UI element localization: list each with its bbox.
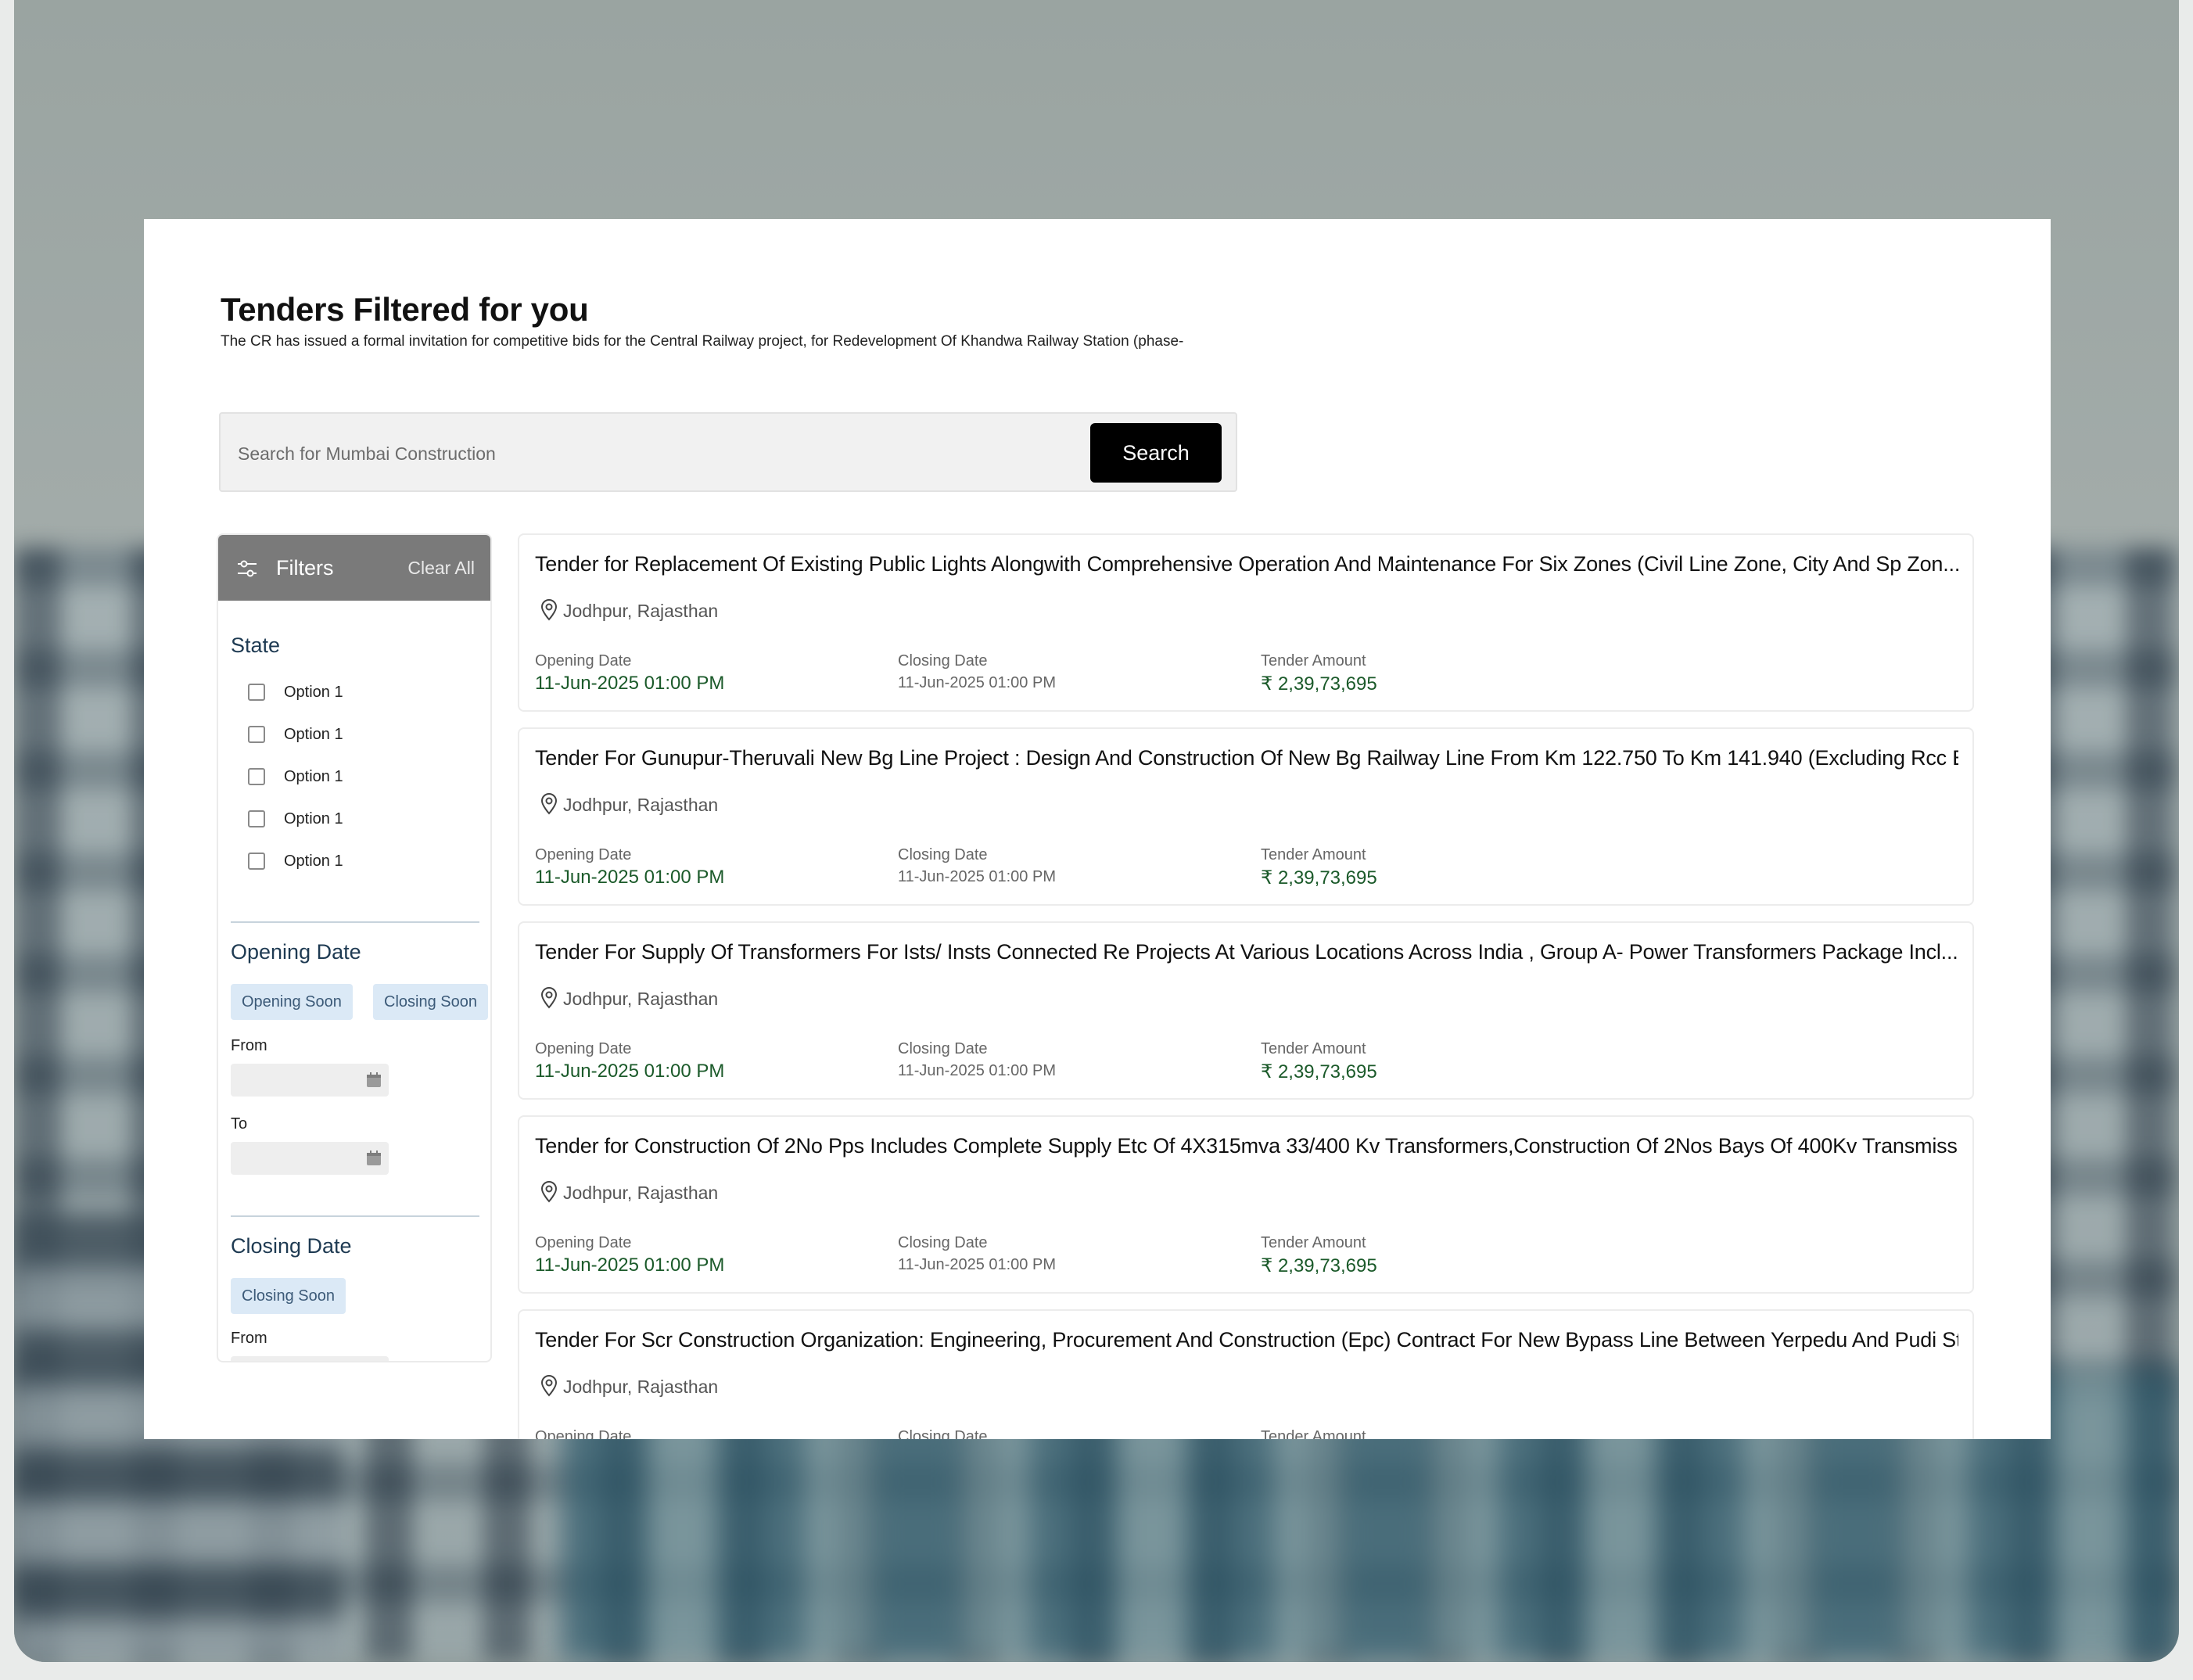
opening-to-date-input[interactable]	[231, 1142, 389, 1175]
closing-date-value: 11-Jun-2025 01:00 PM	[898, 1062, 1056, 1079]
closing-date-value: 11-Jun-2025 01:00 PM	[898, 674, 1056, 691]
opening-date-label: Opening Date	[535, 1040, 632, 1057]
tender-amount-value: ₹ 2,39,73,695	[1261, 867, 1377, 888]
tenders-panel: Tenders Filtered for you The CR has issu…	[144, 219, 2051, 1439]
location-pin-icon	[540, 599, 558, 625]
from-label: From	[231, 1330, 267, 1347]
closing-from-date-input[interactable]	[231, 1356, 389, 1361]
checkbox[interactable]	[248, 684, 265, 701]
tender-title[interactable]: Tender for Construction Of 2No Pps Inclu…	[535, 1134, 1958, 1158]
closing-date-section-title: Closing Date	[231, 1234, 352, 1258]
tender-location: Jodhpur, Rajasthan	[563, 601, 719, 621]
search-button[interactable]: Search	[1090, 423, 1222, 483]
tender-amount-label: Tender Amount	[1261, 846, 1366, 863]
location-pin-icon	[540, 793, 558, 819]
tender-card[interactable]: Tender For Scr Construction Organization…	[518, 1309, 1974, 1439]
sliders-icon	[235, 557, 259, 584]
closing-date-label: Closing Date	[898, 1428, 988, 1439]
chip-closing-soon[interactable]: Closing Soon	[373, 984, 488, 1020]
tender-card[interactable]: Tender for Replacement Of Existing Publi…	[518, 533, 1974, 712]
divider	[231, 921, 479, 923]
opening-date-value: 11-Jun-2025 01:00 PM	[535, 867, 725, 888]
tender-location: Jodhpur, Rajasthan	[563, 795, 719, 815]
opening-date-label: Opening Date	[535, 846, 632, 863]
closing-date-value: 11-Jun-2025 01:00 PM	[898, 1256, 1056, 1273]
calendar-icon	[365, 1150, 382, 1171]
checkbox[interactable]	[248, 810, 265, 827]
closing-date-label: Closing Date	[898, 846, 988, 863]
filters-header: Filters Clear All	[218, 535, 490, 601]
opening-date-label: Opening Date	[535, 652, 632, 669]
tender-location: Jodhpur, Rajasthan	[563, 989, 719, 1009]
divider	[231, 1215, 479, 1217]
calendar-icon	[365, 1072, 382, 1093]
page-subtitle: The CR has issued a formal invitation fo…	[221, 333, 1184, 350]
state-option-label: Option 1	[284, 810, 343, 827]
tender-title[interactable]: Tender for Replacement Of Existing Publi…	[535, 552, 1958, 576]
state-section-title: State	[231, 634, 281, 657]
opening-date-label: Opening Date	[535, 1428, 632, 1439]
chip-opening-soon[interactable]: Opening Soon	[231, 984, 353, 1020]
tender-card[interactable]: Tender For Gunupur-Theruvali New Bg Line…	[518, 727, 1974, 906]
tender-title[interactable]: Tender For Gunupur-Theruvali New Bg Line…	[535, 746, 1958, 770]
chip-closing-soon[interactable]: Closing Soon	[231, 1278, 346, 1314]
state-option-label: Option 1	[284, 726, 343, 743]
opening-from-date-input[interactable]	[231, 1064, 389, 1097]
checkbox[interactable]	[248, 726, 265, 743]
tender-title[interactable]: Tender For Scr Construction Organization…	[535, 1328, 1958, 1352]
checkbox[interactable]	[248, 768, 265, 785]
filters-sidebar: Filters Clear All State Option 1 Option …	[217, 533, 492, 1362]
filters-title: Filters	[276, 556, 334, 580]
closing-date-label: Closing Date	[898, 652, 988, 669]
opening-date-value: 11-Jun-2025 01:00 PM	[535, 673, 725, 694]
tender-card[interactable]: Tender for Construction Of 2No Pps Inclu…	[518, 1115, 1974, 1294]
location-pin-icon	[540, 987, 558, 1013]
closing-date-value: 11-Jun-2025 01:00 PM	[898, 868, 1056, 885]
state-option-label: Option 1	[284, 684, 343, 701]
tender-amount-value: ₹ 2,39,73,695	[1261, 1061, 1377, 1082]
state-option-label: Option 1	[284, 853, 343, 870]
tender-card[interactable]: Tender For Supply Of Transformers For Is…	[518, 921, 1974, 1100]
from-label: From	[231, 1037, 267, 1054]
tender-amount-label: Tender Amount	[1261, 1040, 1366, 1057]
state-option-label: Option 1	[284, 768, 343, 785]
to-label: To	[231, 1115, 248, 1133]
tender-amount-label: Tender Amount	[1261, 652, 1366, 669]
page-title: Tenders Filtered for you	[221, 291, 589, 328]
location-pin-icon	[540, 1375, 558, 1401]
clear-all-button[interactable]: Clear All	[407, 558, 475, 579]
opening-date-value: 11-Jun-2025 01:00 PM	[535, 1255, 725, 1276]
checkbox[interactable]	[248, 853, 265, 870]
tender-title[interactable]: Tender For Supply Of Transformers For Is…	[535, 940, 1958, 964]
opening-date-section-title: Opening Date	[231, 940, 361, 964]
closing-date-label: Closing Date	[898, 1040, 988, 1057]
tender-location: Jodhpur, Rajasthan	[563, 1377, 719, 1397]
tender-amount-label: Tender Amount	[1261, 1234, 1366, 1251]
tender-amount-value: ₹ 2,39,73,695	[1261, 673, 1377, 695]
location-pin-icon	[540, 1181, 558, 1207]
opening-date-label: Opening Date	[535, 1234, 632, 1251]
search-input[interactable]	[236, 436, 1021, 472]
closing-date-label: Closing Date	[898, 1234, 988, 1251]
tender-amount-label: Tender Amount	[1261, 1428, 1366, 1439]
search-bar: Search	[219, 412, 1237, 492]
tender-location: Jodhpur, Rajasthan	[563, 1183, 719, 1203]
tender-amount-value: ₹ 2,39,73,695	[1261, 1255, 1377, 1276]
opening-date-value: 11-Jun-2025 01:00 PM	[535, 1061, 725, 1082]
